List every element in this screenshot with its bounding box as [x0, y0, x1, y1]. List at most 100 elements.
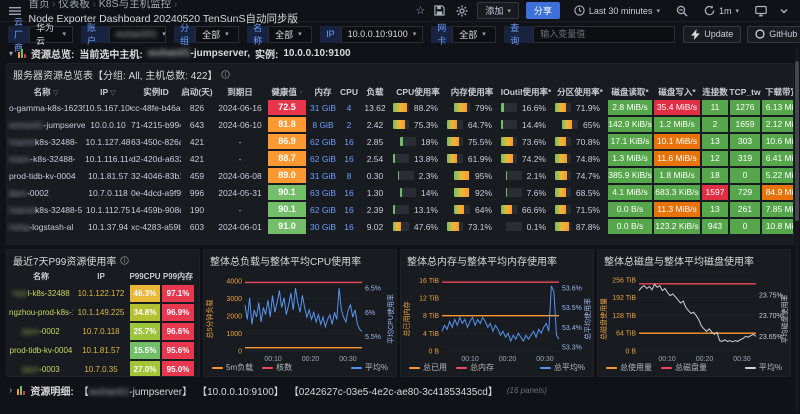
- refresh-button[interactable]: 1m▾: [697, 2, 746, 19]
- variable-search-input[interactable]: [533, 26, 675, 43]
- chart-legend: 5m负载 核数 平均%: [212, 362, 388, 373]
- mini-gauge: [555, 103, 571, 112]
- legend-item[interactable]: 5m负载: [212, 362, 253, 373]
- p99-row[interactable]: ngzhou-prod-k8s-1 10.1.149.225 34.8% 96.…: [7, 303, 199, 322]
- filter-value-dropdown[interactable]: 华为云▾: [29, 26, 73, 43]
- mini-gauge: [400, 137, 416, 146]
- variable-filter-IP[interactable]: IP 10.0.0.10:9100▾: [320, 26, 423, 43]
- page-scrollbar[interactable]: [795, 47, 799, 412]
- table-row[interactable]: jiqun-0002 10.7.0.1180e-4dcd-a9f9-f09962…: [7, 184, 793, 201]
- column-header[interactable]: 名称 ▽: [7, 86, 85, 98]
- legend-item[interactable]: 总使用量: [606, 362, 652, 373]
- server-table-panel: 服务器资源总览表【分组: All, 主机总数: 422】 名称 ▽IP ▽实例I…: [6, 63, 794, 245]
- navbar-collapse-chevron-icon[interactable]: [776, 3, 792, 19]
- memory-chart[interactable]: 0 B4 TiB8 TiB12 TiB16 TiB53.3%53.4%53.5%…: [408, 270, 588, 364]
- p99-row[interactable]: hzprl-k8s-32488 10.1.122.172 46.3% 97.1%: [7, 284, 199, 303]
- column-header[interactable]: 磁盘读取*: [607, 86, 653, 98]
- scrollbar-thumb[interactable]: [795, 61, 799, 221]
- filter-value-dropdown[interactable]: 全部▾: [268, 26, 312, 43]
- section-expanded-chevron-icon[interactable]: ▾: [9, 49, 13, 58]
- variable-filter-分组[interactable]: 分组 全部▾: [174, 26, 239, 43]
- favorite-star-icon[interactable]: ☆: [415, 4, 425, 17]
- section-collapsed-chevron-icon[interactable]: ›: [9, 385, 12, 396]
- column-header[interactable]: 启动(天): [181, 86, 213, 98]
- overview-section-header[interactable]: ▾ 资源总览: 当前选中主机: wuhan01-jumpserver, 实例: …: [0, 46, 800, 61]
- filter-value-dropdown[interactable]: 全部▾: [452, 26, 496, 43]
- breadcrumb-item[interactable]: K8S与主机监控: [99, 0, 171, 10]
- detail-section-header[interactable]: › 资源明细: 【wuhan01-jumpserver】 【10.0.0.10:…: [9, 383, 791, 398]
- table-row[interactable]: wuhan01-jumpserver 10.0.0.1071-4215-b994…: [7, 116, 793, 133]
- column-header[interactable]: 名称: [9, 270, 73, 284]
- dashboard-settings-gear-icon[interactable]: [454, 3, 470, 19]
- update-button[interactable]: Update: [683, 26, 741, 43]
- save-dashboard-icon[interactable]: [431, 3, 447, 19]
- variable-filter-云厂商[interactable]: 云厂商 华为云▾: [8, 26, 73, 43]
- detail-host: -jumpserver】: [129, 387, 192, 398]
- column-header[interactable]: 健康值 ↑: [267, 86, 307, 98]
- bottom-panels-row: 最近7天P99资源使用率 名称IPP99CPUP99内存 hzprl-k8s-3…: [6, 249, 794, 377]
- legend-item[interactable]: 平均%: [745, 362, 782, 373]
- p99-row[interactable]: jiqun-0002 10.7.0.118 25.7% 96.6%: [7, 322, 199, 341]
- table-row[interactable]: o-gamma-k8s-16235 10.5.167.100cc-48fe-b4…: [7, 99, 793, 116]
- load-cpu-chart-panel: 整体总负载与整体平均CPU使用率 总5分钟负载 0100020003000400…: [203, 249, 397, 377]
- column-header[interactable]: 内存使用率: [445, 86, 499, 98]
- p99-panel-title[interactable]: 最近7天P99资源使用率: [7, 250, 199, 270]
- variable-filter-网卡[interactable]: 网卡 全部▾: [431, 26, 496, 43]
- column-header[interactable]: CPU使用率: [391, 86, 445, 98]
- p99-row[interactable]: prod-tidb-kv-0004 10.1.81.57 15.5% 95.6%: [7, 341, 199, 360]
- filter-value-dropdown[interactable]: wuhan001▾: [109, 26, 166, 43]
- column-header[interactable]: 负载: [359, 86, 391, 98]
- variable-filter-名称[interactable]: 名称 全部▾: [247, 26, 312, 43]
- load-cpu-chart[interactable]: 010002000300040005.5%6%6.5%00:1000:2000:…: [211, 270, 391, 364]
- table-row[interactable]: hzpro-k8s-32488- 10.1.116.114d2-420d-a63…: [7, 150, 793, 167]
- legend-item[interactable]: 总内存: [456, 362, 494, 373]
- disk-chart[interactable]: 0 B64 TiB128 TiB192 TiB256 TiB23.65%23.7…: [605, 270, 785, 364]
- filter-label: 账户: [81, 26, 109, 43]
- column-header[interactable]: 内存: [307, 86, 339, 98]
- column-header[interactable]: IOutil使用率*: [499, 86, 553, 98]
- table-row[interactable]: hzprodk8s-32488-5 10.1.112.7514-459b-908…: [7, 201, 793, 218]
- breadcrumb-item[interactable]: 仪表板: [58, 0, 90, 10]
- legend-item[interactable]: 平均%: [351, 362, 388, 373]
- column-header[interactable]: 下载带宽: [761, 86, 794, 98]
- column-header[interactable]: IP: [73, 270, 129, 284]
- chart-title[interactable]: 整体总内存与整体平均内存使用率: [401, 250, 593, 270]
- mini-gauge: [555, 222, 571, 231]
- kiosk-mode-monitor-icon[interactable]: [753, 3, 769, 19]
- breadcrumb-separator: ›: [90, 0, 99, 10]
- legend-item[interactable]: 核数: [262, 362, 292, 373]
- column-header[interactable]: 分区使用率*: [553, 86, 607, 98]
- column-header[interactable]: 实例ID: [131, 86, 181, 98]
- table-row[interactable]: hzlog-logstash-al 10.1.37.94xc-4283-a59b…: [7, 218, 793, 235]
- table-row[interactable]: prod-tidb-kv-0004 10.1.81.5732-4046-83b1…: [7, 167, 793, 184]
- column-header[interactable]: CPU: [339, 87, 359, 97]
- p99-row[interactable]: jiqun-0003 10.7.0.35 27.0% 95.0%: [7, 360, 199, 377]
- chart-title[interactable]: 整体总磁盘与整体平均磁盘使用率: [598, 250, 790, 270]
- overview-host: -jumpserver,: [191, 48, 250, 59]
- column-header[interactable]: P99CPU: [129, 270, 161, 284]
- add-panel-button[interactable]: 添加▾: [477, 2, 519, 19]
- zoom-out-time-icon[interactable]: [674, 3, 690, 19]
- column-header[interactable]: 磁盘写入*: [653, 86, 701, 98]
- variable-filter-账户[interactable]: 账户 wuhan001▾: [81, 26, 166, 43]
- time-range-picker[interactable]: Last 30 minutes▾: [567, 2, 667, 19]
- github-button[interactable]: GitHub: [747, 26, 800, 43]
- share-button[interactable]: 分享: [526, 2, 560, 19]
- column-header[interactable]: IP ▽: [85, 87, 131, 97]
- legend-item[interactable]: 总磁盘量: [661, 362, 707, 373]
- filter-value-dropdown[interactable]: 10.0.0.10:9100▾: [341, 26, 424, 43]
- filter-label: 云厂商: [8, 26, 29, 43]
- column-header[interactable]: 连接数: [701, 86, 729, 98]
- legend-item[interactable]: 总平均%: [540, 362, 585, 373]
- panel-bars-icon: [18, 49, 26, 58]
- breadcrumb-item[interactable]: 首页: [28, 0, 49, 10]
- server-table-title[interactable]: 服务器资源总览表【分组: All, 主机总数: 422】: [7, 64, 793, 84]
- column-header[interactable]: 到期日: [213, 86, 267, 98]
- filter-value-dropdown[interactable]: 全部▾: [195, 26, 239, 43]
- table-row[interactable]: hzprodk8s-32488- 10.1.127.4863-450c-826a…: [7, 133, 793, 150]
- legend-item[interactable]: 总已用: [409, 362, 447, 373]
- mini-gauge: [400, 188, 416, 197]
- column-header[interactable]: P99内存: [161, 270, 195, 284]
- column-header[interactable]: TCP_tw: [729, 87, 761, 97]
- chart-title[interactable]: 整体总负载与整体平均CPU使用率: [204, 250, 396, 270]
